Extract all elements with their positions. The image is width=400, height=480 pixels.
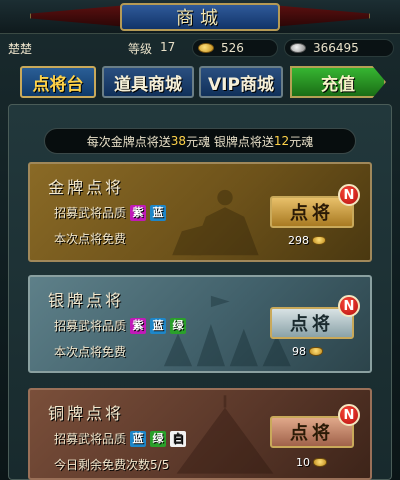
free-count-value: 5/5 [150, 457, 170, 472]
quality-badge-purple: 紫 [130, 204, 147, 221]
recruit-cost: 98 [292, 345, 323, 358]
quality-label: 招募武将品质 [54, 432, 127, 446]
gold-ingot-icon [198, 43, 214, 53]
silver-ingot-icon [290, 43, 306, 53]
quality-badge-white: 白 [170, 430, 187, 447]
free-note: 本次点将免费 [54, 345, 127, 359]
title-plate: 商城 [120, 3, 280, 31]
recharge-button[interactable]: 充值 [290, 66, 386, 98]
silver-amount: 366495 [313, 41, 359, 55]
card-title: 银牌点将 [48, 291, 125, 310]
quality-badge-green: 绿 [170, 317, 187, 334]
gold-currency: 526 [192, 39, 278, 57]
quality-badge-green: 绿 [150, 430, 167, 447]
quality-row: 招募武将品质 紫 蓝 [54, 204, 167, 221]
new-badge: N [338, 404, 360, 426]
quality-badge-purple: 紫 [130, 317, 147, 334]
info-suffix: 元魂 [289, 134, 314, 149]
free-count-label: 今日剩余免费次数 [54, 458, 151, 472]
status-bar: 楚楚 等级 17 526 366495 [0, 36, 400, 60]
cost-value: 10 [296, 456, 310, 469]
silver-recruit-card: 银牌点将 招募武将品质 紫 蓝 绿 本次点将免费 点将 N 98 [28, 275, 372, 373]
card-title: 金牌点将 [48, 178, 125, 197]
new-badge: N [338, 184, 360, 206]
info-silver-amount: 12 [273, 134, 290, 148]
title-bar: 商城 [0, 0, 400, 34]
quality-label: 招募武将品质 [54, 319, 127, 333]
free-count-note: 今日剩余免费次数 5/5 [54, 456, 169, 473]
card-title: 铜牌点将 [48, 404, 125, 423]
info-middle: 元魂 银牌点将送 [186, 134, 274, 149]
gold-ingot-icon [312, 236, 326, 245]
level-label: 等级 [128, 42, 153, 56]
info-gold-amount: 38 [170, 134, 187, 148]
tab-vip-shop[interactable]: VIP商城 [199, 66, 283, 98]
game-shop-window: 商城 楚楚 等级 17 526 366495 点将台 道具商城 VIP商城 充值… [0, 0, 400, 480]
page-title: 商城 [176, 8, 224, 29]
quality-row: 招募武将品质 紫 蓝 绿 [54, 317, 187, 334]
new-badge: N [338, 295, 360, 317]
quality-badge-blue: 蓝 [150, 204, 167, 221]
level-value: 17 [160, 40, 176, 54]
recruit-cost: 298 [288, 234, 326, 247]
gold-ingot-icon [313, 458, 327, 467]
bronze-recruit-card: 铜牌点将 招募武将品质 蓝 绿 白 今日剩余免费次数 5/5 点将 N 10 [28, 388, 372, 480]
quality-badge-blue: 蓝 [150, 317, 167, 334]
free-note: 本次点将免费 [54, 232, 127, 246]
quality-badge-blue: 蓝 [130, 430, 147, 447]
shop-tabs: 点将台 道具商城 VIP商城 充值 [0, 64, 400, 100]
quality-label: 招募武将品质 [54, 206, 127, 220]
silver-currency: 366495 [284, 39, 394, 57]
cost-value: 298 [288, 234, 309, 247]
gold-recruit-card: 金牌点将 招募武将品质 紫 蓝 本次点将免费 点将 N 298 [28, 162, 372, 262]
gold-ingot-icon [309, 347, 323, 356]
player-name: 楚楚 [8, 42, 33, 56]
quality-row: 招募武将品质 蓝 绿 白 [54, 430, 187, 447]
tab-recruit[interactable]: 点将台 [20, 66, 96, 98]
recruit-cost: 10 [296, 456, 327, 469]
info-prefix: 每次金牌点将送 [86, 134, 171, 149]
gold-amount: 526 [221, 41, 244, 55]
tab-item-shop[interactable]: 道具商城 [102, 66, 194, 98]
cost-value: 98 [292, 345, 306, 358]
soul-reward-info: 每次金牌点将送 38 元魂 银牌点将送 12 元魂 [44, 128, 356, 154]
